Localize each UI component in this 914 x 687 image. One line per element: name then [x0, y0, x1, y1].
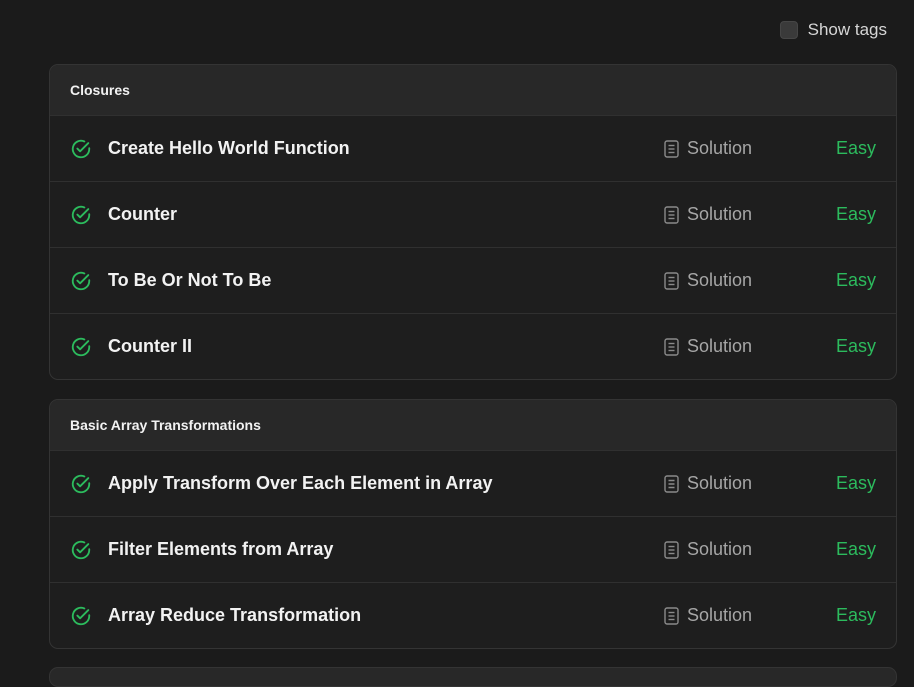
section-basic-array-transformations: Basic Array Transformations Apply Transf… [49, 399, 897, 649]
problem-title[interactable]: Create Hello World Function [108, 138, 350, 159]
solution-label: Solution [687, 204, 753, 224]
solution-link[interactable]: Solution [664, 204, 752, 225]
section-header[interactable]: Basic Array Transformations [50, 400, 896, 450]
problem-title[interactable]: Counter [108, 204, 177, 225]
difficulty-badge: Easy [835, 473, 876, 493]
show-tags-toggle[interactable]: Show tags [779, 20, 887, 40]
difficulty-badge: Easy [835, 204, 876, 224]
problem-title[interactable]: Array Reduce Transformation [108, 605, 361, 626]
solution-label: Solution [687, 270, 753, 290]
check-circle-icon [71, 271, 91, 291]
solution-link[interactable]: Solution [664, 539, 752, 560]
problem-title[interactable]: To Be Or Not To Be [108, 270, 271, 291]
solution-link[interactable]: Solution [664, 605, 752, 626]
problem-row[interactable]: Filter Elements from Array Solution Easy [50, 516, 896, 582]
section-closures: Closures Create Hello World Function Sol… [49, 64, 897, 380]
difficulty-badge: Easy [835, 270, 876, 290]
solution-label: Solution [687, 539, 753, 559]
problem-row[interactable]: To Be Or Not To Be Solution Easy [50, 247, 896, 313]
problem-row[interactable]: Counter II Solution Easy [50, 313, 896, 379]
solution-label: Solution [687, 473, 753, 493]
problem-row[interactable]: Create Hello World Function Solution Eas… [50, 115, 896, 181]
problem-title[interactable]: Counter II [108, 336, 192, 357]
document-icon [664, 474, 679, 493]
difficulty-badge: Easy [835, 336, 876, 356]
solution-link[interactable]: Solution [664, 473, 752, 494]
check-circle-icon [71, 139, 91, 159]
difficulty-badge: Easy [835, 138, 876, 158]
check-circle-icon [71, 540, 91, 560]
document-icon [664, 606, 679, 625]
problem-row[interactable]: Apply Transform Over Each Element in Arr… [50, 450, 896, 516]
solution-link[interactable]: Solution [664, 138, 752, 159]
solution-label: Solution [687, 605, 753, 625]
document-icon [664, 205, 679, 224]
document-icon [664, 271, 679, 290]
document-icon [664, 337, 679, 356]
solution-label: Solution [687, 138, 753, 158]
check-circle-icon [71, 474, 91, 494]
show-tags-checkbox[interactable] [779, 21, 798, 39]
next-section-card [49, 667, 897, 687]
document-icon [664, 139, 679, 158]
solution-link[interactable]: Solution [664, 336, 752, 357]
document-icon [664, 540, 679, 559]
check-circle-icon [71, 205, 91, 225]
show-tags-label: Show tags [807, 20, 887, 39]
problem-title[interactable]: Filter Elements from Array [108, 539, 333, 560]
difficulty-badge: Easy [835, 605, 876, 625]
solution-label: Solution [687, 336, 753, 356]
problem-row[interactable]: Counter Solution Easy [50, 181, 896, 247]
problem-title[interactable]: Apply Transform Over Each Element in Arr… [108, 473, 492, 494]
check-circle-icon [71, 337, 91, 357]
problem-row[interactable]: Array Reduce Transformation Solution Eas… [50, 582, 896, 648]
difficulty-badge: Easy [835, 539, 876, 559]
solution-link[interactable]: Solution [664, 270, 752, 291]
section-header[interactable]: Closures [50, 65, 896, 115]
check-circle-icon [71, 606, 91, 626]
